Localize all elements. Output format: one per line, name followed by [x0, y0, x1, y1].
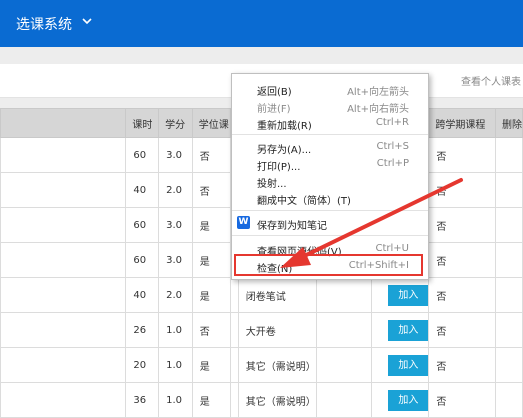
hours-cell: 40: [125, 172, 160, 208]
column-header-hours: 课时: [125, 108, 160, 138]
menu-item-back[interactable]: 返回(B) Alt+向左箭头: [232, 80, 428, 98]
column-header-credit: 学分: [158, 108, 193, 138]
extra-cell: [315, 347, 373, 383]
delete-cell: [494, 172, 523, 208]
course-cell: [0, 172, 127, 208]
menu-item-forward[interactable]: 前进(F) Alt+向右箭头: [232, 97, 428, 115]
cross-term-cell: 否: [428, 207, 496, 243]
menu-item-cast[interactable]: 投射...: [232, 172, 428, 190]
degree-cell: 是: [191, 347, 231, 383]
cross-term-cell: 否: [428, 277, 496, 313]
cross-term-cell: 否: [428, 312, 496, 348]
degree-cell: 否: [191, 137, 231, 173]
blank-cell: [229, 312, 239, 348]
delete-cell: [494, 312, 523, 348]
cross-term-cell: 否: [428, 137, 496, 173]
exam-cell: 大开卷: [237, 312, 317, 348]
course-cell: [0, 277, 127, 313]
chevron-down-icon[interactable]: [82, 16, 92, 26]
add-course-button[interactable]: 加入: [388, 389, 428, 411]
credit-cell: 2.0: [158, 277, 193, 313]
delete-cell: [494, 277, 523, 313]
menu-item-translate[interactable]: 翻成中文（简体）(T): [232, 189, 428, 207]
hours-cell: 40: [125, 277, 160, 313]
menu-item-reload[interactable]: 重新加载(R) Ctrl+R: [232, 114, 428, 132]
credit-cell: 2.0: [158, 172, 193, 208]
action-cell: 加入: [371, 382, 430, 418]
cross-term-cell: 否: [428, 347, 496, 383]
delete-cell: [494, 242, 523, 278]
menu-separator: [232, 210, 428, 211]
blank-cell: [229, 347, 239, 383]
hours-cell: 60: [125, 242, 160, 278]
hours-cell: 26: [125, 312, 160, 348]
credit-cell: 3.0: [158, 137, 193, 173]
menu-separator: [232, 235, 428, 236]
exam-cell: 其它（需说明）: [237, 382, 317, 418]
degree-cell: 否: [191, 312, 231, 348]
exam-cell: 闭卷笔试: [237, 277, 317, 313]
course-cell: [0, 312, 127, 348]
extra-cell: [315, 312, 373, 348]
delete-cell: [494, 347, 523, 383]
course-cell: [0, 382, 127, 418]
exam-cell: 其它（需说明）: [237, 347, 317, 383]
credit-cell: 1.0: [158, 347, 193, 383]
credit-cell: 3.0: [158, 207, 193, 243]
top-bar: 选课系统: [0, 0, 523, 47]
cross-term-cell: 否: [428, 242, 496, 278]
hours-cell: 20: [125, 347, 160, 383]
action-cell: 加入: [371, 277, 430, 313]
action-cell: 加入: [371, 347, 430, 383]
course-cell: [0, 347, 127, 383]
table-row: 40 2.0 是 闭卷笔试 加入 否: [0, 277, 523, 313]
action-cell: 加入: [371, 312, 430, 348]
table-row: 20 1.0 是 其它（需说明） 加入 否: [0, 347, 523, 383]
delete-cell: [494, 207, 523, 243]
inspect-highlight-box: [234, 254, 423, 276]
menu-item-print[interactable]: 打印(P)... Ctrl+P: [232, 155, 428, 173]
degree-cell: 是: [191, 242, 231, 278]
course-cell: [0, 242, 127, 278]
delete-cell: [494, 137, 523, 173]
cross-term-cell: 否: [428, 172, 496, 208]
credit-cell: 1.0: [158, 312, 193, 348]
add-course-button[interactable]: 加入: [388, 354, 428, 376]
wiz-note-icon: W: [237, 216, 250, 229]
degree-cell: 是: [191, 207, 231, 243]
table-row: 36 1.0 是 其它（需说明） 加入 否: [0, 382, 523, 418]
app-title[interactable]: 选课系统: [16, 14, 72, 34]
blank-cell: [229, 277, 239, 313]
add-course-button[interactable]: 加入: [388, 319, 428, 341]
extra-cell: [315, 382, 373, 418]
extra-cell: [315, 277, 373, 313]
credit-cell: 3.0: [158, 242, 193, 278]
degree-cell: 是: [191, 277, 231, 313]
column-header-cross-term: 跨学期课程: [428, 108, 496, 138]
blank-cell: [229, 382, 239, 418]
degree-cell: 否: [191, 172, 231, 208]
column-header-degree: 学位课: [191, 108, 231, 138]
cross-term-cell: 否: [428, 382, 496, 418]
column-header-delete: 删除: [494, 108, 523, 138]
column-header-course: [0, 108, 127, 138]
menu-item-save-as[interactable]: 另存为(A)... Ctrl+S: [232, 138, 428, 156]
view-personal-schedule-link[interactable]: 查看个人课表: [461, 73, 521, 88]
hours-cell: 36: [125, 382, 160, 418]
course-cell: [0, 207, 127, 243]
delete-cell: [494, 382, 523, 418]
table-row: 26 1.0 否 大开卷 加入 否: [0, 312, 523, 348]
menu-separator: [232, 134, 428, 135]
credit-cell: 1.0: [158, 382, 193, 418]
hours-cell: 60: [125, 137, 160, 173]
degree-cell: 是: [191, 382, 231, 418]
add-course-button[interactable]: 加入: [388, 284, 428, 306]
hours-cell: 60: [125, 207, 160, 243]
menu-item-save-to-wiznote[interactable]: W 保存到为知笔记: [232, 214, 428, 232]
course-cell: [0, 137, 127, 173]
context-menu: 返回(B) Alt+向左箭头 前进(F) Alt+向右箭头 重新加载(R) Ct…: [231, 73, 429, 280]
page-background-gap: [0, 47, 523, 64]
